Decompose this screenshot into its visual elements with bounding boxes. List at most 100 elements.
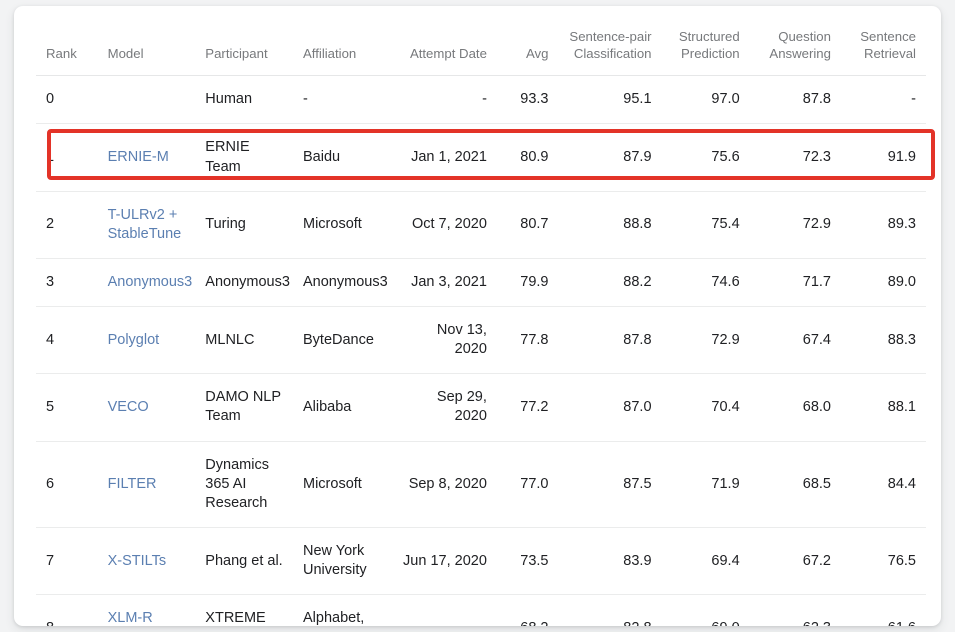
cell-sentence-pair-classification: 82.8: [559, 595, 662, 626]
cell-question-answering: 67.2: [750, 527, 841, 594]
cell-model[interactable]: X-STILTs: [98, 527, 196, 594]
column-header-sentence-retrieval[interactable]: Sentence Retrieval: [841, 6, 926, 76]
column-header-model[interactable]: Model: [98, 6, 196, 76]
model-link[interactable]: Polyglot: [108, 332, 160, 348]
column-header-participant[interactable]: Participant: [195, 6, 293, 76]
cell-question-answering: 68.0: [750, 374, 841, 441]
cell-sentence-pair-classification: 87.8: [559, 307, 662, 374]
cell-attempt-date: -: [391, 595, 497, 626]
page-root: Rank Model Participant Affiliation Attem…: [0, 0, 955, 632]
cell-sentence-pair-classification: 87.5: [559, 441, 662, 527]
cell-sentence-pair-classification: 88.8: [559, 191, 662, 258]
cell-structured-prediction: 74.6: [662, 258, 750, 306]
cell-sentence-retrieval: 89.0: [841, 258, 926, 306]
cell-avg: 79.9: [497, 258, 559, 306]
cell-rank: 2: [36, 191, 98, 258]
cell-avg: 77.0: [497, 441, 559, 527]
model-link[interactable]: FILTER: [108, 476, 157, 492]
cell-model[interactable]: Anonymous3: [98, 258, 196, 306]
cell-participant: Turing: [195, 191, 293, 258]
cell-affiliation: Alibaba: [293, 374, 391, 441]
column-header-sentence-pair-classification[interactable]: Sentence-pair Classification: [559, 6, 662, 76]
cell-question-answering: 67.4: [750, 307, 841, 374]
cell-avg: 80.9: [497, 124, 559, 191]
table-row[interactable]: 7X-STILTsPhang et al.New York University…: [36, 527, 926, 594]
cell-sentence-retrieval: 91.9: [841, 124, 926, 191]
leaderboard-scroll-area[interactable]: Rank Model Participant Affiliation Attem…: [14, 6, 941, 626]
column-header-avg[interactable]: Avg: [497, 6, 559, 76]
cell-model[interactable]: ERNIE-M: [98, 124, 196, 191]
cell-sentence-pair-classification: 95.1: [559, 76, 662, 124]
header-row: Rank Model Participant Affiliation Attem…: [36, 6, 926, 76]
model-link[interactable]: X-STILTs: [108, 553, 167, 569]
cell-participant: Anonymous3: [195, 258, 293, 306]
cell-question-answering: 72.3: [750, 124, 841, 191]
cell-attempt-date: Jun 17, 2020: [391, 527, 497, 594]
cell-model[interactable]: XLM-R (large): [98, 595, 196, 626]
cell-attempt-date: Jan 3, 2021: [391, 258, 497, 306]
table-row[interactable]: 4PolyglotMLNLCByteDanceNov 13, 202077.88…: [36, 307, 926, 374]
column-header-attempt-date[interactable]: Attempt Date: [391, 6, 497, 76]
cell-rank: 5: [36, 374, 98, 441]
model-link[interactable]: T-ULRv2 + StableTune: [108, 207, 182, 242]
column-header-question-answering[interactable]: Question Answering: [750, 6, 841, 76]
cell-question-answering: 72.9: [750, 191, 841, 258]
column-header-rank[interactable]: Rank: [36, 6, 98, 76]
cell-participant: ERNIE Team: [195, 124, 293, 191]
cell-sentence-retrieval: 88.3: [841, 307, 926, 374]
cell-structured-prediction: 69.4: [662, 527, 750, 594]
table-row[interactable]: 8XLM-R (large)XTREME TeamAlphabet, CMU-6…: [36, 595, 926, 626]
column-header-affiliation[interactable]: Affiliation: [293, 6, 391, 76]
cell-structured-prediction: 75.4: [662, 191, 750, 258]
leaderboard-table: Rank Model Participant Affiliation Attem…: [36, 6, 926, 626]
cell-attempt-date: Sep 29, 2020: [391, 374, 497, 441]
cell-attempt-date: -: [391, 76, 497, 124]
cell-avg: 73.5: [497, 527, 559, 594]
cell-affiliation: -: [293, 76, 391, 124]
table-row[interactable]: 0Human--93.395.197.087.8-: [36, 76, 926, 124]
table-header: Rank Model Participant Affiliation Attem…: [36, 6, 926, 76]
cell-participant: Phang et al.: [195, 527, 293, 594]
cell-participant: XTREME Team: [195, 595, 293, 626]
cell-participant: Human: [195, 76, 293, 124]
table-body: 0Human--93.395.197.087.8-1ERNIE-MERNIE T…: [36, 76, 926, 626]
table-row[interactable]: 3Anonymous3Anonymous3Anonymous3Jan 3, 20…: [36, 258, 926, 306]
cell-structured-prediction: 97.0: [662, 76, 750, 124]
model-link[interactable]: VECO: [108, 399, 149, 415]
cell-attempt-date: Sep 8, 2020: [391, 441, 497, 527]
cell-structured-prediction: 72.9: [662, 307, 750, 374]
cell-affiliation: Alphabet, CMU: [293, 595, 391, 626]
model-link[interactable]: ERNIE-M: [108, 149, 169, 165]
cell-rank: 0: [36, 76, 98, 124]
cell-participant: DAMO NLP Team: [195, 374, 293, 441]
cell-sentence-pair-classification: 87.9: [559, 124, 662, 191]
cell-avg: 68.2: [497, 595, 559, 626]
cell-sentence-retrieval: 89.3: [841, 191, 926, 258]
cell-question-answering: 71.7: [750, 258, 841, 306]
cell-model[interactable]: VECO: [98, 374, 196, 441]
cell-structured-prediction: 75.6: [662, 124, 750, 191]
table-row[interactable]: 6FILTERDynamics 365 AI ResearchMicrosoft…: [36, 441, 926, 527]
cell-avg: 93.3: [497, 76, 559, 124]
model-link[interactable]: Anonymous3: [108, 274, 193, 290]
cell-affiliation: Baidu: [293, 124, 391, 191]
cell-affiliation: Microsoft: [293, 441, 391, 527]
table-row[interactable]: 2T-ULRv2 + StableTuneTuringMicrosoftOct …: [36, 191, 926, 258]
table-row[interactable]: 5 VECO DAMO NLP TeamAlibabaSep 29, 202077.…: [36, 374, 926, 441]
cell-structured-prediction: 69.0: [662, 595, 750, 626]
cell-participant: MLNLC: [195, 307, 293, 374]
table-row[interactable]: 1ERNIE-MERNIE TeamBaiduJan 1, 202180.987…: [36, 124, 926, 191]
cell-attempt-date: Oct 7, 2020: [391, 191, 497, 258]
cell-model[interactable]: FILTER: [98, 441, 196, 527]
cell-avg: 77.2: [497, 374, 559, 441]
cell-model[interactable]: T-ULRv2 + StableTune: [98, 191, 196, 258]
cell-rank: 1: [36, 124, 98, 191]
cell-sentence-retrieval: 88.1: [841, 374, 926, 441]
cell-sentence-retrieval: 84.4: [841, 441, 926, 527]
cell-question-answering: 87.8: [750, 76, 841, 124]
column-header-structured-prediction[interactable]: Structured Prediction: [662, 6, 750, 76]
cell-model: [98, 76, 196, 124]
model-link[interactable]: XLM-R (large): [108, 610, 153, 626]
cell-model[interactable]: Polyglot: [98, 307, 196, 374]
cell-rank: 6: [36, 441, 98, 527]
